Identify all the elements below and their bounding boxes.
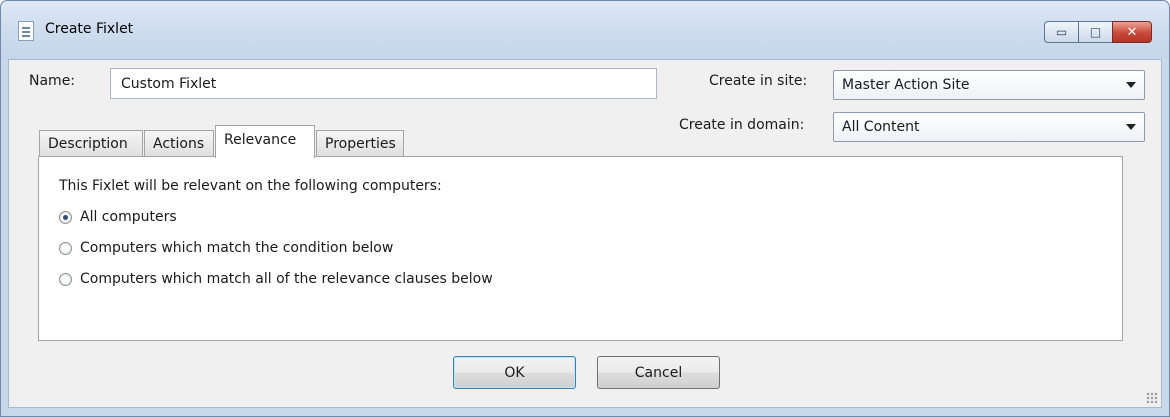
- close-button[interactable]: ✕: [1112, 21, 1152, 43]
- tab-description-label: Description: [48, 136, 128, 152]
- site-select[interactable]: Master Action Site: [833, 70, 1145, 100]
- resize-grip-icon[interactable]: [1146, 392, 1158, 404]
- ok-button-label: OK: [504, 364, 525, 381]
- radio-match-relevance-clauses[interactable]: Computers which match all of the relevan…: [59, 271, 493, 287]
- radio-unchecked-icon[interactable]: [59, 241, 72, 255]
- radio-all-computers[interactable]: All computers: [59, 209, 177, 225]
- chevron-down-icon: [1126, 124, 1136, 130]
- radio-match-condition-label: Computers which match the condition belo…: [80, 240, 394, 256]
- tab-relevance[interactable]: Relevance: [215, 125, 315, 158]
- radio-match-condition[interactable]: Computers which match the condition belo…: [59, 240, 393, 256]
- tab-actions[interactable]: Actions: [144, 130, 214, 157]
- relevance-intro: This Fixlet will be relevant on the foll…: [59, 178, 442, 194]
- chevron-down-icon: [1126, 82, 1136, 88]
- maximize-icon: □: [1089, 25, 1102, 39]
- create-fixlet-dialog: Create Fixlet ▭ □ ✕ Name: Custom Fixlet …: [0, 0, 1170, 417]
- minimize-icon: ▭: [1055, 25, 1068, 39]
- site-select-value: Master Action Site: [842, 77, 970, 93]
- radio-match-relevance-clauses-label: Computers which match all of the relevan…: [80, 271, 493, 287]
- name-label: Name:: [29, 73, 76, 89]
- window-controls: ▭ □ ✕: [1044, 21, 1152, 43]
- site-label: Create in site:: [709, 73, 808, 89]
- window-title: Create Fixlet: [45, 21, 134, 37]
- radio-checked-icon[interactable]: [59, 210, 72, 224]
- tab-properties[interactable]: Properties: [316, 130, 404, 157]
- tab-actions-label: Actions: [153, 136, 205, 152]
- radio-unchecked-icon[interactable]: [59, 272, 72, 286]
- domain-select[interactable]: All Content: [833, 112, 1145, 142]
- cancel-button-label: Cancel: [634, 364, 683, 381]
- dialog-body: Name: Custom Fixlet Create in site: Mast…: [8, 59, 1162, 408]
- close-icon: ✕: [1126, 24, 1138, 40]
- relevance-panel: This Fixlet will be relevant on the foll…: [38, 156, 1123, 341]
- name-input-value: Custom Fixlet: [121, 76, 217, 92]
- domain-select-value: All Content: [842, 119, 920, 135]
- document-icon: [18, 21, 34, 41]
- ok-button[interactable]: OK: [453, 356, 576, 389]
- tab-properties-label: Properties: [325, 136, 396, 152]
- name-input[interactable]: Custom Fixlet: [110, 68, 657, 99]
- radio-all-computers-label: All computers: [80, 209, 177, 225]
- maximize-button[interactable]: □: [1078, 21, 1112, 43]
- tab-description[interactable]: Description: [39, 130, 143, 157]
- title-bar[interactable]: Create Fixlet ▭ □ ✕: [1, 1, 1169, 59]
- cancel-button[interactable]: Cancel: [597, 356, 720, 389]
- domain-label: Create in domain:: [679, 117, 805, 133]
- tab-relevance-label: Relevance: [224, 132, 297, 148]
- minimize-button[interactable]: ▭: [1044, 21, 1078, 43]
